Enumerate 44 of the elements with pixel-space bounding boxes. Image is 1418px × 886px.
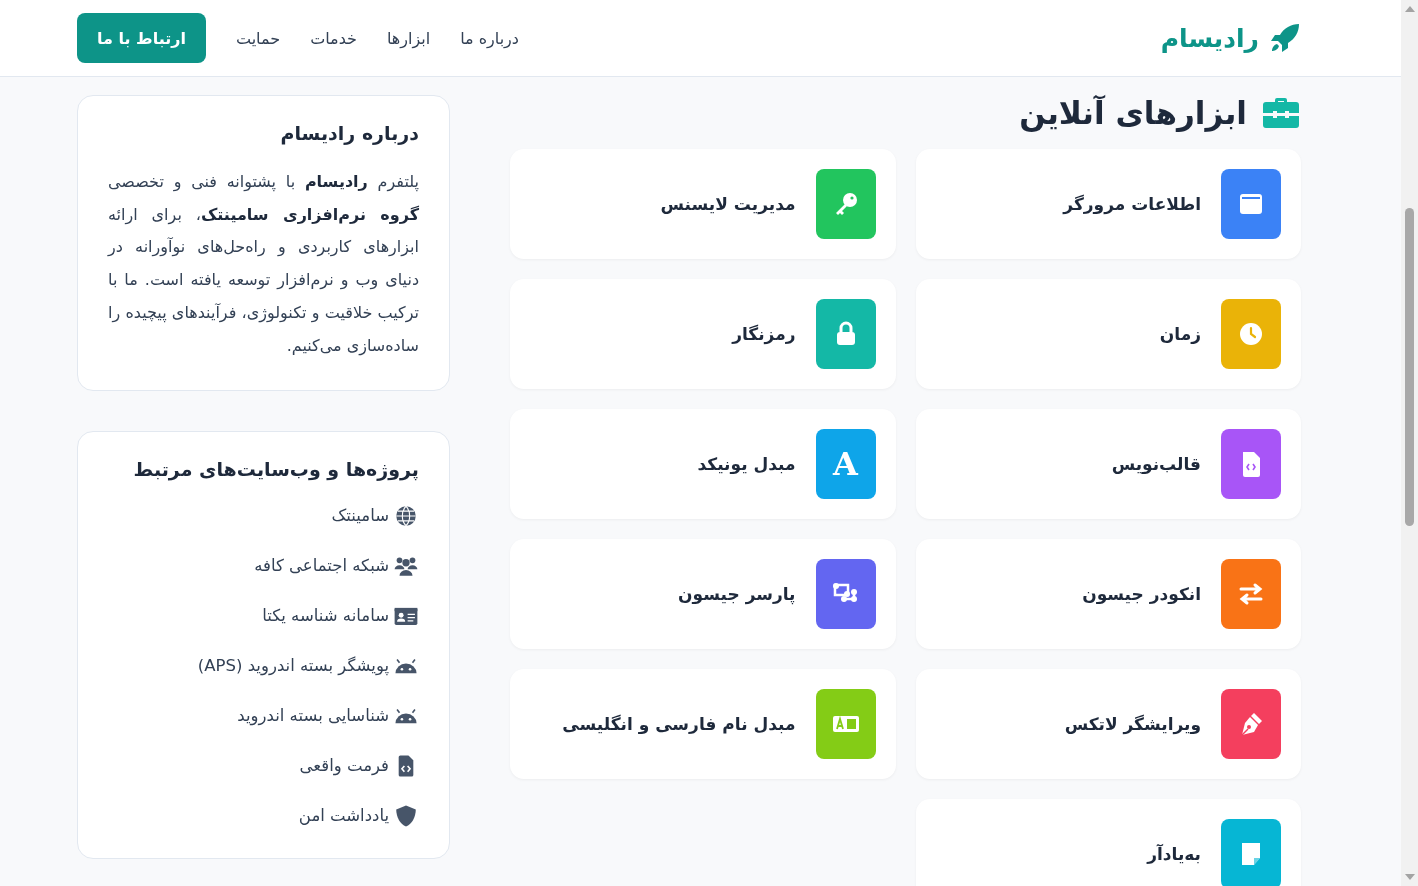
scroll-down-arrow[interactable] — [1404, 874, 1415, 880]
nav-link[interactable]: خدمات — [310, 28, 357, 48]
nav-link[interactable]: درباره ما — [460, 28, 519, 48]
tool-name: به‌یادآر — [1147, 844, 1201, 864]
toolbox-icon — [1261, 95, 1301, 131]
scroll-up-arrow[interactable] — [1404, 6, 1415, 12]
project-link[interactable]: سامانه شناسه یکتا — [262, 602, 389, 631]
tool-card[interactable]: انکودر جیسون — [915, 539, 1301, 649]
about-paragraph: پلتفرم رادیسام با پشتوانه فنی و تخصصی گروه نرم‌افزاری سامینتک، برای ارائه ابزارهای کاربردی و راه‌حل‌های نوآورانه در دنیای وب و نرم‌افزار توسعه یافته است. ما با ترکیب خلاقیت و تکنولوژی، فرآیندهای پیچیده را ساده‌سازی می‌کنیم. — [108, 171, 419, 358]
rocket-icon — [1269, 22, 1301, 54]
tool-card[interactable]: ویرایشگر لاتکس — [915, 669, 1301, 779]
tool-card[interactable]: رمزنگار — [510, 279, 896, 389]
tool-card[interactable]: به‌یادآر — [915, 799, 1301, 886]
scrollbar-thumb[interactable] — [1405, 208, 1414, 526]
project-link[interactable]: یادداشت امن — [298, 802, 389, 831]
tool-name: مبدل نام فارسی و انگلیسی — [562, 714, 796, 734]
tool-name: رمزنگار — [732, 324, 796, 344]
section-title: ابزارهای آنلاین — [1019, 95, 1247, 131]
nav-link[interactable]: حمایت — [235, 28, 281, 48]
card-title: پروژه‌ها و وب‌سایت‌های مرتبط — [132, 458, 419, 481]
tool-name: مبدل یونیکد — [697, 454, 796, 474]
brand-name[interactable]: رادیسام — [1160, 23, 1259, 53]
contact-button[interactable]: ارتباط با ما — [77, 13, 206, 63]
tool-name: انکودر جیسون — [1082, 584, 1201, 604]
tool-name: ویرایشگر لاتکس — [1064, 714, 1201, 734]
project-link[interactable]: شبکه اجتماعی کافه — [254, 552, 389, 581]
project-link[interactable]: فرمت واقعی — [299, 752, 389, 781]
nav-link[interactable]: ابزارها — [386, 28, 431, 48]
project-link[interactable]: شناسایی بسته اندروید — [237, 702, 389, 731]
tool-card[interactable]: زمان — [915, 279, 1301, 389]
project-link[interactable]: سامینتک — [331, 502, 389, 531]
tool-name: زمان — [1159, 324, 1201, 344]
tool-card[interactable]: قالب‌نویس — [915, 409, 1301, 519]
tool-name: اطلاعات مرورگر — [1063, 194, 1201, 214]
tool-card[interactable]: مدیریت لایسنس — [510, 149, 896, 259]
tool-card[interactable]: مبدل نام فارسی و انگلیسی — [510, 669, 896, 779]
tool-card[interactable]: پارسر جیسون — [510, 539, 896, 649]
tool-card[interactable]: اطلاعات مرورگر — [915, 149, 1301, 259]
tool-name: پارسر جیسون — [678, 584, 796, 604]
tool-name: مدیریت لایسنس — [660, 194, 796, 214]
project-link[interactable]: پویشگر بسته اندروید (APS) — [197, 652, 389, 681]
card-title: درباره رادیسام — [279, 122, 419, 144]
tool-name: قالب‌نویس — [1111, 454, 1201, 474]
letter-icon: A — [833, 448, 858, 480]
